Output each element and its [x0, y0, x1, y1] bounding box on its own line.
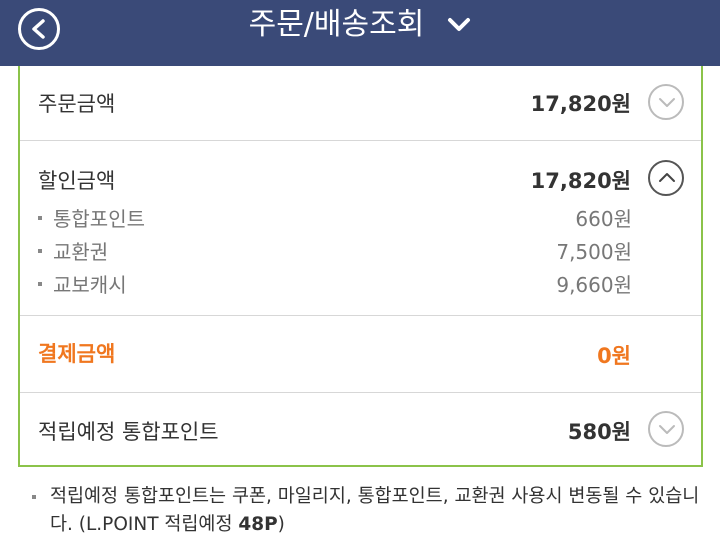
discount-item-value: 7,500원 — [556, 240, 632, 264]
bullet — [38, 249, 42, 253]
chevron-down-icon — [659, 425, 675, 434]
order-amount-expand-button[interactable] — [648, 84, 684, 120]
discount-item-label: 교환권 — [53, 240, 109, 264]
discount-amount-value: 17,820원 — [530, 169, 631, 193]
discount-item: 통합포인트 660원 — [38, 203, 638, 233]
expected-points-expand-button[interactable] — [648, 411, 684, 447]
order-amount-row[interactable]: 주문금액 17,820원 — [20, 66, 701, 140]
header-title-dropdown[interactable]: 주문/배송조회 — [0, 4, 720, 46]
payment-amount-row: 결제금액 0원 — [20, 316, 701, 392]
discount-item-value: 9,660원 — [556, 273, 632, 297]
payment-amount-label: 결제금액 — [38, 342, 116, 366]
discount-item-value: 660원 — [575, 207, 632, 231]
discount-item-label: 통합포인트 — [53, 207, 145, 231]
page-title: 주문/배송조회 — [248, 7, 425, 42]
bullet — [38, 216, 42, 220]
payment-summary-panel: 주문금액 17,820원 할인금액 17,820원 통합포인트 660원 교환권… — [18, 66, 703, 467]
expected-points-value: 580원 — [567, 420, 631, 444]
chevron-down-icon — [448, 18, 471, 31]
expected-points-row[interactable]: 적립예정 통합포인트 580원 — [20, 393, 701, 467]
discount-amount-section: 할인금액 17,820원 통합포인트 660원 교환권 7,500원 교보캐시 … — [20, 141, 701, 315]
discount-item: 교보캐시 9,660원 — [38, 269, 638, 299]
notice-body: 적립예정 통합포인트는 쿠폰, 마일리지, 통합포인트, 교환권 사용시 변동될… — [50, 486, 700, 535]
discount-item: 교환권 7,500원 — [38, 236, 638, 266]
bullet — [38, 282, 42, 286]
order-amount-label: 주문금액 — [38, 92, 116, 116]
payment-amount-value: 0원 — [597, 344, 631, 368]
notice-text: 적립예정 통합포인트는 쿠폰, 마일리지, 통합포인트, 교환권 사용시 변동될… — [50, 483, 718, 539]
lpoint-value: 48P — [238, 514, 278, 535]
chevron-down-icon — [659, 98, 675, 107]
discount-amount-label: 할인금액 — [38, 169, 116, 193]
chevron-up-icon — [659, 173, 675, 182]
bullet — [32, 495, 36, 499]
notice-suffix: ) — [277, 514, 285, 535]
order-amount-value: 17,820원 — [530, 92, 631, 116]
expected-points-label: 적립예정 통합포인트 — [38, 420, 219, 444]
discount-amount-collapse-button[interactable] — [648, 160, 684, 196]
top-header: 주문/배송조회 — [0, 0, 720, 66]
discount-item-label: 교보캐시 — [53, 273, 127, 297]
